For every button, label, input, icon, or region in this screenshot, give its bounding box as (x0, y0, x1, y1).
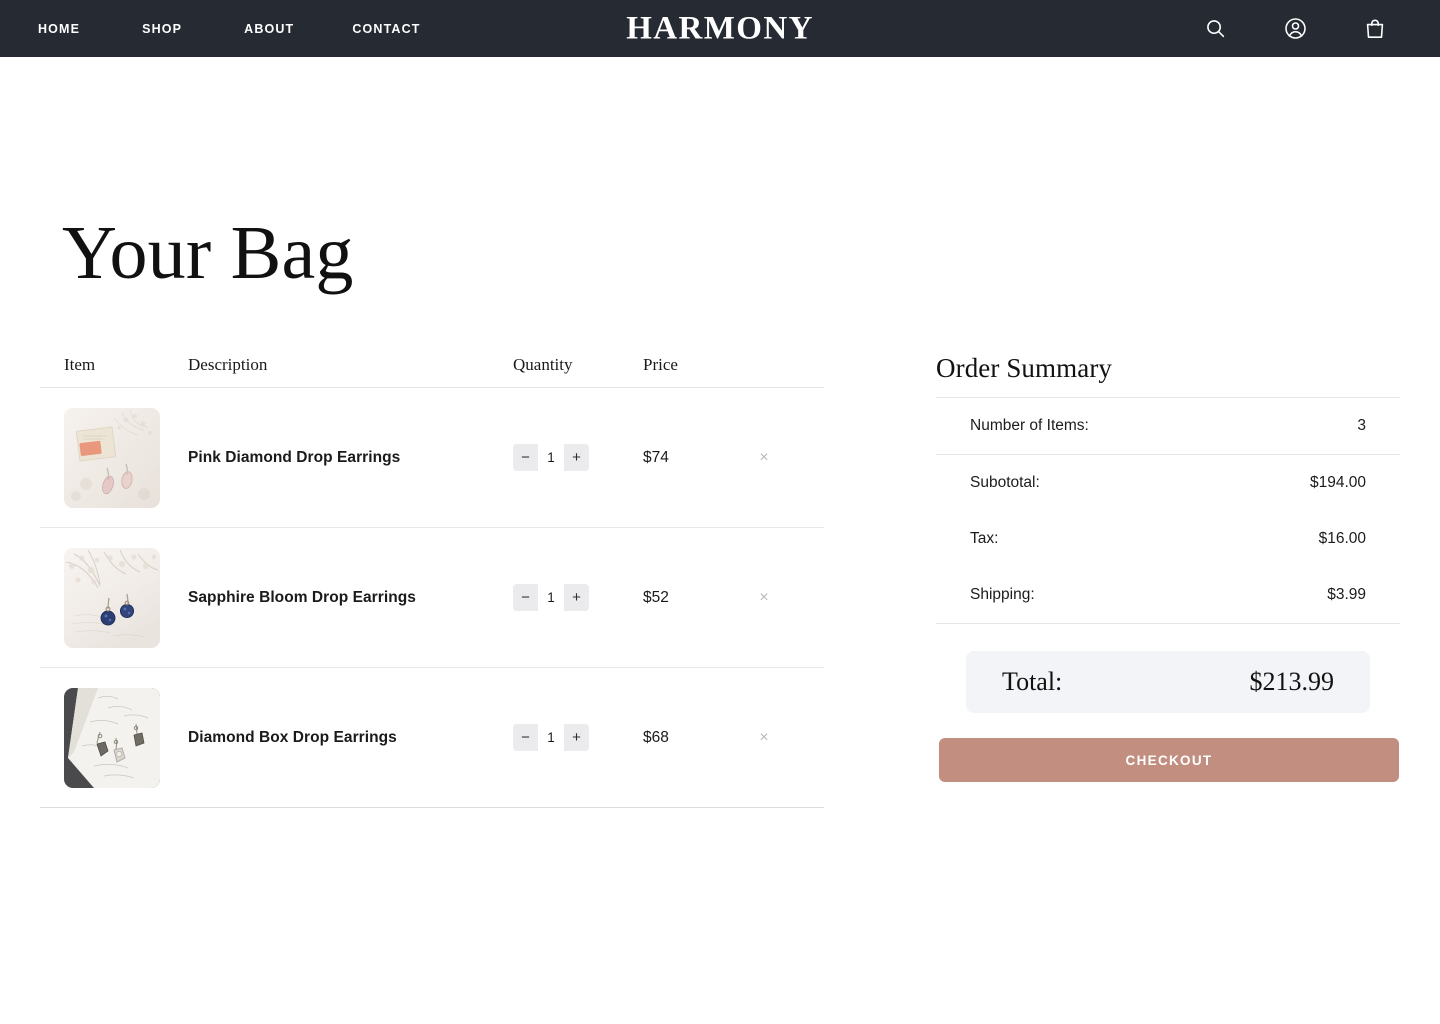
shopping-bag-icon[interactable] (1362, 16, 1388, 42)
header-icon-group (1202, 16, 1412, 42)
checkout-button[interactable]: CHECKOUT (939, 738, 1399, 782)
summary-row-subtotal: Subototal: $194.00 (970, 455, 1366, 511)
quantity-cell: − 1 + (513, 724, 643, 751)
product-price: $74 (643, 448, 669, 466)
items-count-block: Number of Items: 3 (936, 398, 1400, 454)
quantity-stepper[interactable]: − 1 + (513, 444, 589, 471)
account-icon[interactable] (1282, 16, 1308, 42)
nav-link-shop[interactable]: SHOP (142, 22, 182, 36)
items-count-label: Number of Items: (970, 417, 1089, 434)
order-summary-title: Order Summary (936, 353, 1113, 383)
product-image-diamond-box-drop-earrings[interactable] (64, 687, 160, 788)
product-name: Diamond Box Drop Earrings (188, 728, 397, 746)
product-name-cell: Sapphire Bloom Drop Earrings (188, 589, 513, 607)
primary-nav: HOME SHOP ABOUT CONTACT (0, 22, 421, 36)
increment-button[interactable]: + (564, 724, 589, 751)
order-total-box: Total: $213.99 (966, 651, 1370, 713)
product-name: Sapphire Bloom Drop Earrings (188, 588, 416, 606)
search-icon[interactable] (1202, 16, 1228, 42)
decrement-button[interactable]: − (513, 584, 538, 611)
quantity-value[interactable]: 1 (538, 584, 564, 611)
shipping-value: $3.99 (1327, 586, 1366, 603)
remove-item-icon[interactable]: × (753, 447, 775, 469)
quantity-stepper[interactable]: − 1 + (513, 584, 589, 611)
nav-link-about[interactable]: ABOUT (244, 22, 294, 36)
total-label: Total: (1002, 667, 1063, 696)
total-value: $213.99 (1249, 667, 1335, 696)
product-name-cell: Pink Diamond Drop Earrings (188, 449, 513, 467)
tax-label: Tax: (970, 530, 999, 547)
remove-cell: × (753, 727, 809, 749)
page-title: Your Bag (62, 211, 354, 295)
increment-button[interactable]: + (564, 444, 589, 471)
product-name-cell: Diamond Box Drop Earrings (188, 729, 513, 747)
quantity-value[interactable]: 1 (538, 724, 564, 751)
order-summary: Order Summary Number of Items: 3 Subotot… (936, 353, 1400, 782)
product-thumbnail-cell (40, 407, 188, 508)
subtotal-label: Subototal: (970, 474, 1040, 491)
column-header-item: Item (64, 355, 96, 374)
brand-logo[interactable]: HARMONY (626, 10, 814, 47)
product-image-pink-diamond-drop-earrings[interactable] (64, 407, 160, 508)
quantity-value[interactable]: 1 (538, 444, 564, 471)
site-header: HOME SHOP ABOUT CONTACT HARMONY (0, 0, 1440, 57)
divider (936, 623, 1400, 624)
nav-link-home[interactable]: HOME (38, 22, 80, 36)
quantity-stepper[interactable]: − 1 + (513, 724, 589, 751)
shipping-label: Shipping: (970, 586, 1035, 603)
remove-cell: × (753, 447, 809, 469)
quantity-cell: − 1 + (513, 584, 643, 611)
items-count-value: 3 (1357, 417, 1366, 434)
subtotal-value: $194.00 (1309, 474, 1366, 491)
remove-item-icon[interactable]: × (753, 587, 775, 609)
tax-value: $16.00 (1318, 530, 1366, 547)
product-price: $52 (643, 588, 669, 606)
remove-cell: × (753, 587, 809, 609)
remove-item-icon[interactable]: × (753, 727, 775, 749)
summary-row-items: Number of Items: 3 (970, 398, 1366, 454)
cart-table-header: Item Description Quantity Price (40, 355, 824, 388)
table-row: Sapphire Bloom Drop Earrings − 1 + $52 × (40, 528, 824, 668)
column-header-description: Description (188, 355, 268, 374)
decrement-button[interactable]: − (513, 724, 538, 751)
table-row: Pink Diamond Drop Earrings − 1 + $74 × (40, 388, 824, 528)
product-thumbnail-cell (40, 687, 188, 788)
table-row: Diamond Box Drop Earrings − 1 + $68 × (40, 668, 824, 808)
quantity-cell: − 1 + (513, 444, 643, 471)
column-header-quantity: Quantity (513, 355, 573, 374)
column-header-price: Price (643, 355, 678, 374)
cart-page: Your Bag Item Description Quantity Price (0, 57, 1440, 1024)
summary-row-shipping: Shipping: $3.99 (970, 567, 1366, 623)
summary-lines-block: Subototal: $194.00 Tax: $16.00 Shipping:… (936, 455, 1400, 623)
product-price: $68 (643, 728, 669, 746)
increment-button[interactable]: + (564, 584, 589, 611)
product-thumbnail-cell (40, 547, 188, 648)
product-image-sapphire-bloom-drop-earrings[interactable] (64, 547, 160, 648)
cart-table: Item Description Quantity Price Pink Dia… (40, 355, 824, 808)
decrement-button[interactable]: − (513, 444, 538, 471)
product-name: Pink Diamond Drop Earrings (188, 448, 401, 466)
summary-row-tax: Tax: $16.00 (970, 511, 1366, 567)
nav-link-contact[interactable]: CONTACT (352, 22, 420, 36)
